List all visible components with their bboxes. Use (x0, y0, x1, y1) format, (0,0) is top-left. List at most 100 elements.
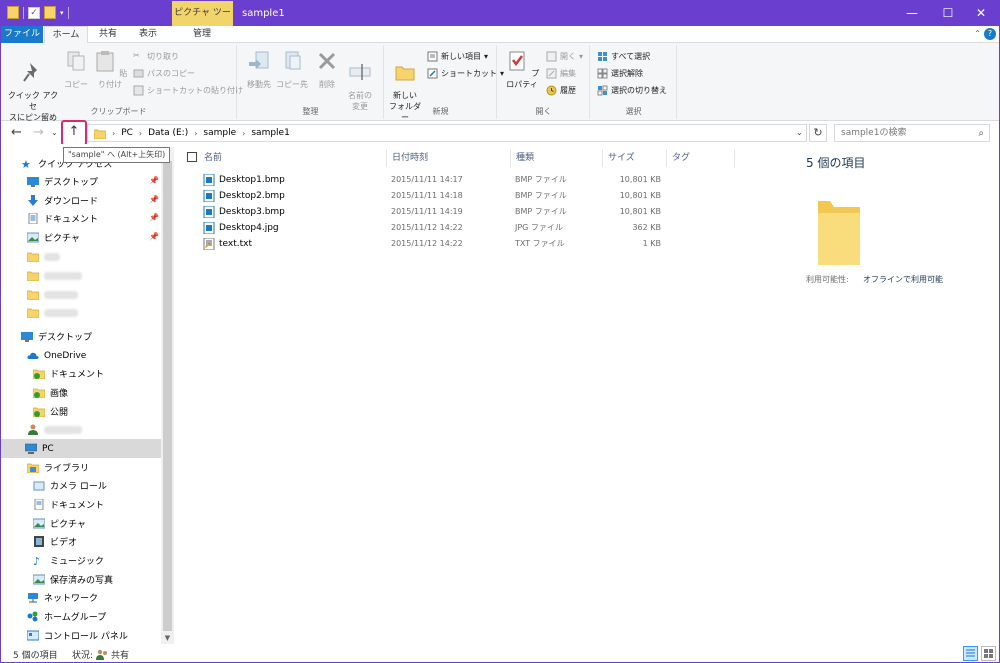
column-header-size[interactable]: サイズ (603, 149, 667, 167)
nav-blurred-folder[interactable] (27, 266, 82, 285)
history-button[interactable]: 履歴 (546, 85, 576, 96)
back-arrow-icon[interactable]: ← (11, 125, 22, 140)
new-folder-qat-icon[interactable] (44, 6, 56, 19)
refresh-button[interactable]: ↻ (809, 124, 827, 142)
maximize-button[interactable]: ☐ (930, 1, 966, 26)
nav-pinned-download[interactable]: ダウンロード (27, 191, 98, 210)
document-icon (28, 213, 38, 224)
tab-manage[interactable]: 管理 (173, 26, 231, 43)
up-button[interactable]: ↑ (61, 120, 87, 146)
move-to-button[interactable]: 移動先 (244, 49, 274, 90)
select-all-button[interactable]: すべて選択 (597, 51, 650, 62)
pin-icon[interactable]: 📌 (149, 232, 159, 241)
address-dropdown-icon[interactable]: ⌄ (796, 128, 803, 137)
column-header-name[interactable]: 名前 (199, 149, 387, 167)
nav-network[interactable]: ネットワーク (27, 588, 98, 607)
breadcrumb-data-drive[interactable]: Data (E:) (148, 128, 188, 138)
cut-button[interactable]: ✂ 切り取り (133, 51, 179, 62)
title-bar: ✓ ▾ ピクチャ ツール sample1 — ☐ ✕ (1, 1, 999, 43)
nav-homegroup[interactable]: ホームグループ (27, 607, 106, 626)
pin-icon[interactable]: 📌 (149, 213, 159, 222)
tab-share[interactable]: 共有 (90, 26, 126, 43)
column-header-tag[interactable]: タグ (667, 149, 735, 167)
paste-shortcut-button[interactable]: ショートカットの貼り付け (133, 85, 243, 96)
nav-onedrive-documents[interactable]: ドキュメント (33, 364, 104, 383)
nav-onedrive[interactable]: OneDrive (27, 346, 86, 365)
breadcrumb-separator-icon: › (194, 128, 198, 138)
delete-button[interactable]: 削除 (314, 49, 340, 90)
file-row[interactable]: Desktop4.jpg 2015/11/12 14:22 JPG ファイル 3… (201, 220, 761, 236)
share-status: 状況: 共有 (72, 648, 129, 661)
nav-camera-roll[interactable]: カメラ ロール (33, 476, 107, 495)
breadcrumb-sample1[interactable]: sample1 (251, 128, 289, 138)
file-row[interactable]: Desktop3.bmp 2015/11/11 14:19 BMP ファイル 1… (201, 204, 761, 220)
open-button[interactable]: 開く ▾ (546, 51, 583, 62)
forward-arrow-icon[interactable]: → (33, 125, 44, 140)
file-row[interactable]: Desktop2.bmp 2015/11/11 14:18 BMP ファイル 1… (201, 188, 761, 204)
nav-videos[interactable]: ビデオ (33, 532, 77, 551)
invert-selection-label: 選択の切り替え (611, 86, 667, 95)
nav-blurred-folder[interactable] (27, 303, 78, 322)
nav-library-documents[interactable]: ドキュメント (33, 495, 104, 514)
nav-pinned-pictures[interactable]: ピクチャ (27, 228, 80, 247)
nav-onedrive-pictures[interactable]: 画像 (33, 383, 68, 402)
select-none-button[interactable]: 選択解除 (597, 68, 643, 79)
pin-icon[interactable]: 📌 (149, 195, 159, 204)
nav-music[interactable]: ♪ ミュージック (33, 551, 104, 570)
properties-button[interactable]: プロパティ (502, 49, 542, 90)
navpane-scrollbar[interactable]: ▲ ▼ (161, 147, 174, 644)
nav-pinned-documents[interactable]: ドキュメント (27, 209, 98, 228)
breadcrumb-pc[interactable]: PC (121, 128, 133, 138)
recent-locations-icon[interactable]: ⌄ (51, 128, 58, 137)
select-all-icon (598, 52, 607, 61)
minimize-button[interactable]: — (894, 1, 930, 26)
file-row[interactable]: text.txt 2015/11/12 14:22 TXT ファイル 1 KB (201, 236, 761, 252)
address-bar[interactable]: › PC › Data (E:) › sample › sample1 (87, 124, 807, 142)
nav-user-account[interactable] (27, 420, 82, 439)
copy-path-button[interactable]: パスのコピー (133, 68, 195, 79)
collapse-ribbon-icon[interactable]: ⌃ (974, 29, 981, 38)
close-button[interactable]: ✕ (963, 1, 999, 26)
select-all-checkbox[interactable] (187, 152, 197, 162)
paste-shortcut-label: ショートカットの貼り付け (147, 86, 243, 95)
column-header-type[interactable]: 種類 (511, 149, 603, 167)
nav-pinned-desktop[interactable]: デスクトップ (27, 172, 98, 191)
scrollbar-thumb[interactable] (163, 161, 172, 631)
file-size: 1 KB (642, 239, 661, 248)
nav-control-panel[interactable]: コントロール パネル (27, 626, 128, 645)
details-view-button[interactable] (963, 646, 978, 661)
breadcrumb-sample[interactable]: sample (203, 128, 236, 138)
nav-libraries[interactable]: ライブラリ (27, 458, 89, 477)
invert-selection-button[interactable]: 選択の切り替え (597, 85, 667, 96)
qat-dropdown-icon[interactable]: ▾ (60, 9, 64, 17)
edit-button[interactable]: 編集 (546, 68, 576, 79)
properties-qat-icon[interactable]: ✓ (28, 6, 40, 19)
paste-button[interactable]: 貼り付け (92, 49, 128, 90)
tab-view[interactable]: 表示 (129, 26, 167, 43)
move-to-label: 移動先 (247, 80, 271, 89)
help-icon[interactable]: ? (984, 28, 996, 40)
nav-library-pictures[interactable]: ピクチャ (33, 514, 86, 533)
file-row[interactable]: Desktop1.bmp 2015/11/11 14:17 BMP ファイル 1… (201, 172, 761, 188)
file-date: 2015/11/11 14:18 (391, 191, 463, 200)
nav-blurred-folder[interactable] (27, 247, 60, 266)
shortcut-button[interactable]: ショートカット ▾ (427, 68, 504, 79)
search-input[interactable]: sample1の検索 ⌕ (834, 124, 990, 142)
nav-saved-pictures[interactable]: 保存済みの写真 (33, 570, 113, 589)
copy-button[interactable]: コピー (63, 49, 89, 90)
search-icon[interactable]: ⌕ (978, 126, 984, 142)
tab-file[interactable]: ファイル (1, 26, 43, 43)
large-icons-view-button[interactable] (981, 646, 996, 661)
nav-library-documents-label: ドキュメント (50, 501, 105, 511)
scroll-down-icon[interactable]: ▼ (161, 632, 174, 644)
tab-home[interactable]: ホーム (44, 26, 88, 44)
new-item-button[interactable]: 新しい項目 ▾ (427, 51, 488, 62)
rename-button[interactable]: 名前の 変更 (344, 49, 376, 112)
nav-pc[interactable]: PC (1, 439, 161, 458)
nav-desktop[interactable]: デスクトップ (21, 327, 92, 346)
column-header-date[interactable]: 日付時刻 (387, 149, 511, 167)
nav-onedrive-public[interactable]: 公開 (33, 402, 68, 421)
nav-blurred-folder[interactable] (27, 285, 78, 304)
pin-icon[interactable]: 📌 (149, 176, 159, 185)
copy-to-button[interactable]: コピー先 (276, 49, 308, 90)
